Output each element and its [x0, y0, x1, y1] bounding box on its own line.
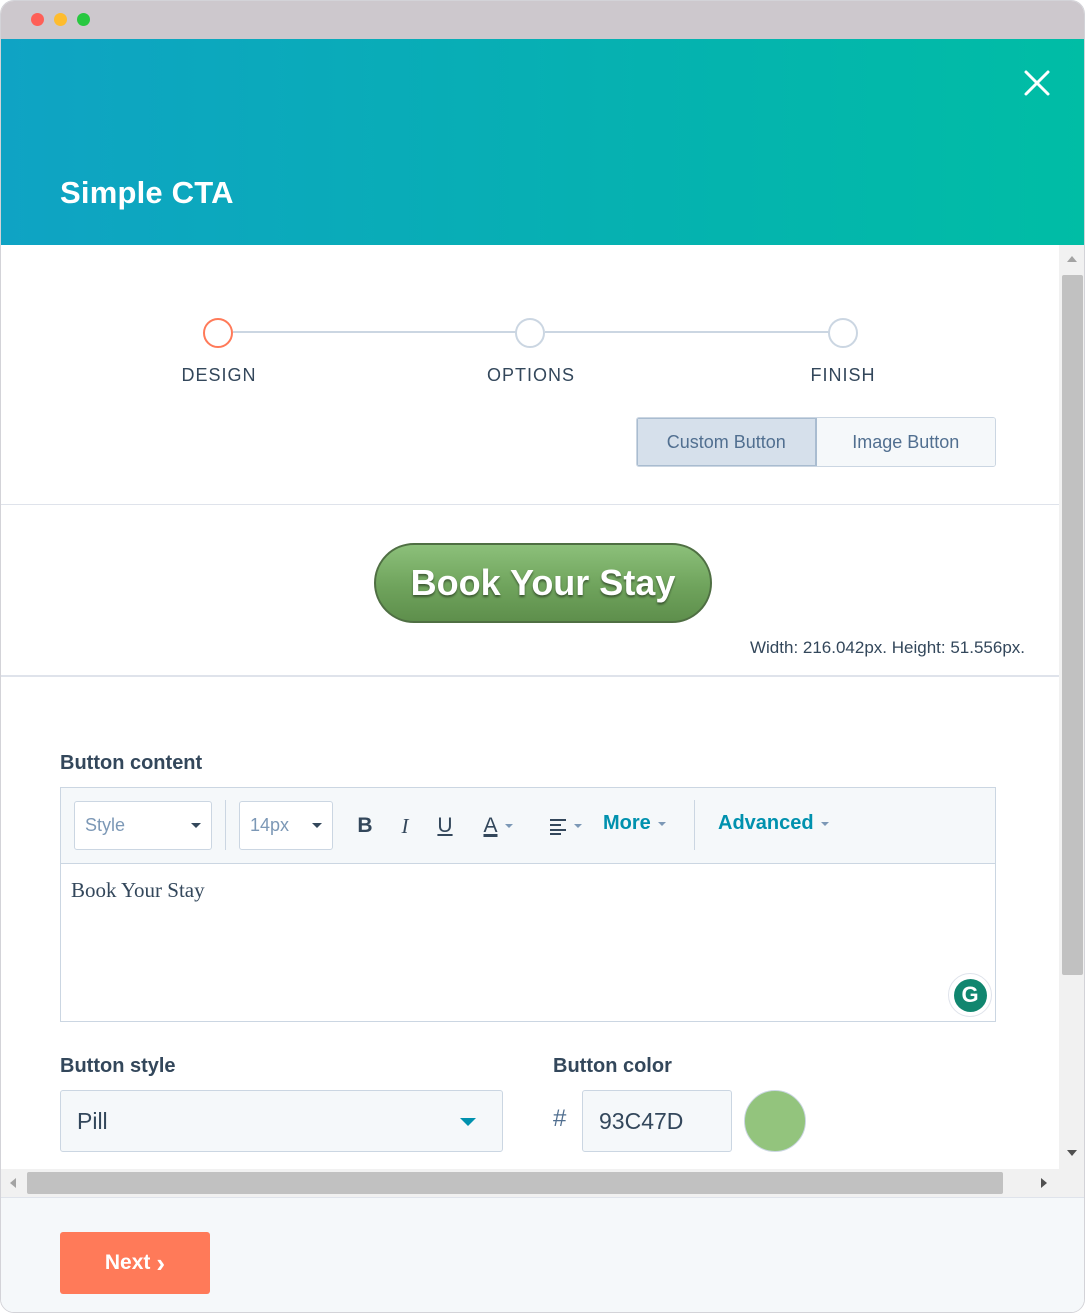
style-select[interactable]: Style: [74, 801, 212, 850]
editor-content[interactable]: Book Your Stay: [71, 878, 205, 903]
align-left-icon: [549, 819, 566, 835]
button-type-toggle: Custom Button Image Button: [636, 417, 996, 467]
image-button-option[interactable]: Image Button: [816, 418, 995, 466]
button-style-value: Pill: [77, 1107, 108, 1134]
custom-button-option[interactable]: Custom Button: [637, 418, 817, 466]
preview-dimensions: Width: 216.042px. Height: 51.556px.: [749, 638, 1025, 657]
divider: [1, 504, 1059, 505]
next-button-label: Next: [104, 1251, 151, 1274]
hash-symbol: #: [553, 1105, 567, 1132]
window-zoom-dot[interactable]: [77, 13, 90, 26]
modal-footer: Next ›: [1, 1197, 1084, 1312]
scroll-down-icon[interactable]: [1067, 1150, 1077, 1156]
bold-button[interactable]: B: [355, 812, 375, 840]
close-icon[interactable]: [1017, 63, 1057, 103]
step-design-label: DESIGN: [181, 365, 257, 385]
window-close-dot[interactable]: [31, 13, 44, 26]
style-select-value: Style: [85, 815, 126, 835]
cta-preview-button[interactable]: Book Your Stay: [374, 543, 712, 623]
modal-header: Simple CTA: [1, 39, 1084, 245]
step-finish-label: FINISH: [810, 365, 876, 385]
modal-content: DESIGN OPTIONS FINISH Custom Button Imag…: [1, 245, 1059, 1169]
app-window: Simple CTA DESIGN OPTIONS FINISH Custom …: [0, 0, 1085, 1313]
color-swatch[interactable]: [744, 1090, 806, 1152]
more-label: More: [603, 812, 651, 834]
chevron-right-icon: ›: [156, 1248, 166, 1278]
chevron-down-icon: [657, 821, 666, 826]
divider: [1, 675, 1059, 677]
font-size-value: 14px: [250, 815, 290, 835]
rich-text-editor: Style 14px B I U A More Advanced Book Yo…: [60, 787, 996, 1022]
editor-toolbar: Style 14px B I U A More Advanced: [61, 788, 995, 864]
font-size-select[interactable]: 14px: [239, 801, 333, 850]
stepper-line: [233, 331, 517, 333]
window-minimize-dot[interactable]: [54, 13, 67, 26]
vertical-scroll-thumb[interactable]: [1062, 275, 1083, 975]
toolbar-separator: [694, 800, 695, 850]
step-options-circle[interactable]: [515, 318, 545, 348]
step-options-label: OPTIONS: [486, 365, 575, 385]
stepper-line: [545, 331, 829, 333]
chevron-down-icon: [504, 824, 513, 828]
chevron-down-icon: [191, 823, 201, 828]
step-design-circle[interactable]: [203, 318, 233, 348]
scroll-right-icon[interactable]: [1041, 1178, 1047, 1188]
scroll-left-icon[interactable]: [10, 1178, 16, 1188]
advanced-menu[interactable]: Advanced: [718, 812, 829, 835]
italic-button[interactable]: I: [395, 812, 415, 840]
button-content-label: Button content: [60, 752, 203, 774]
chevron-down-icon: [460, 1118, 476, 1126]
color-hex-input[interactable]: 93C47D: [582, 1090, 732, 1152]
horizontal-scrollbar[interactable]: [1, 1169, 1059, 1197]
align-button[interactable]: [545, 812, 585, 840]
button-style-label: Button style: [60, 1055, 176, 1077]
toolbar-separator: [225, 800, 226, 850]
horizontal-scroll-thumb[interactable]: [27, 1172, 1003, 1194]
text-color-button[interactable]: A: [473, 812, 523, 840]
button-style-select[interactable]: Pill: [60, 1090, 503, 1152]
text-color-icon: A: [483, 814, 498, 837]
button-color-label: Button color: [553, 1055, 672, 1077]
scroll-up-icon[interactable]: [1067, 256, 1077, 262]
grammarly-badge: G: [953, 978, 987, 1012]
underline-button[interactable]: U: [435, 812, 455, 840]
advanced-label: Advanced: [718, 812, 814, 834]
vertical-scrollbar[interactable]: [1059, 245, 1084, 1169]
window-titlebar: [1, 1, 1084, 39]
more-menu[interactable]: More: [603, 812, 666, 835]
chevron-down-icon: [312, 823, 322, 828]
modal-title: Simple CTA: [60, 175, 234, 210]
grammarly-icon[interactable]: G: [948, 973, 992, 1017]
chevron-down-icon: [573, 824, 582, 828]
scrollbar-corner: [1059, 1169, 1084, 1197]
chevron-down-icon: [820, 821, 829, 826]
step-finish-circle[interactable]: [828, 318, 858, 348]
next-button[interactable]: Next ›: [60, 1232, 210, 1294]
